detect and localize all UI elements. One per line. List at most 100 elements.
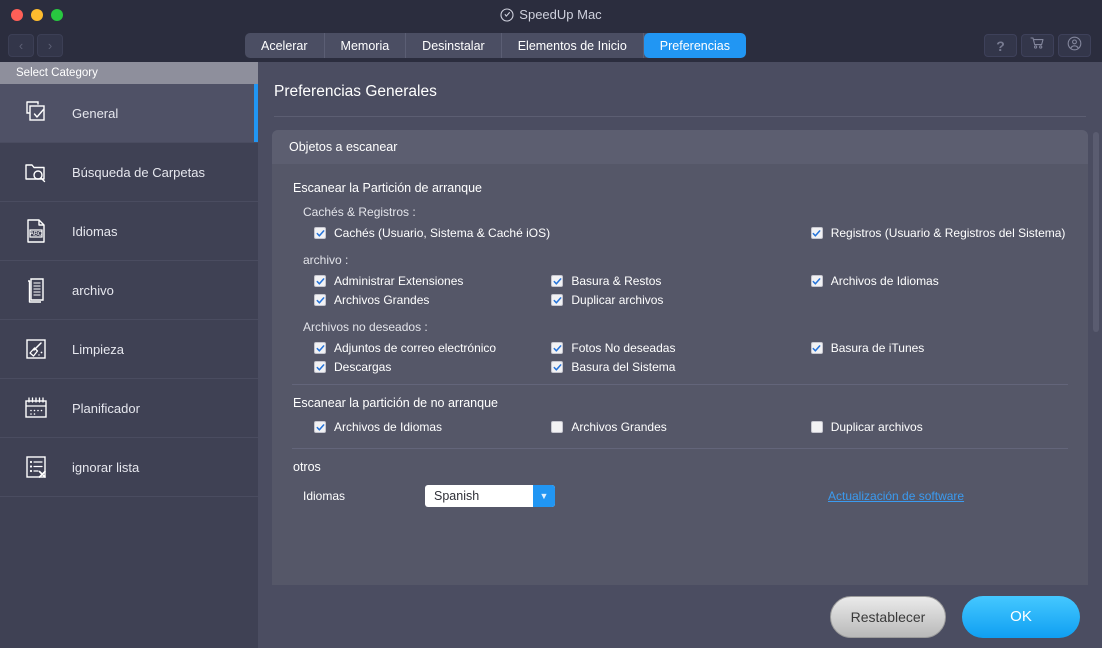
sidebar-item-idiomas[interactable]: ABC Idiomas xyxy=(0,202,258,261)
chevron-left-icon: ‹ xyxy=(18,38,24,53)
scrollbar-thumb[interactable] xyxy=(1093,132,1099,332)
checkbox-box[interactable] xyxy=(314,275,326,287)
sidebar-item-label: General xyxy=(72,105,119,121)
sidebar-item-label: Búsqueda de Carpetas xyxy=(72,164,205,180)
checkbox-box[interactable] xyxy=(551,342,564,354)
account-button[interactable] xyxy=(1058,34,1091,57)
sidebar-item-archivo[interactable]: archivo xyxy=(0,261,258,320)
checkbox-box[interactable] xyxy=(314,294,326,306)
sidebar-item-busqueda-de-carpetas[interactable]: Búsqueda de Carpetas xyxy=(0,143,258,202)
checkbox-nb-duplicar-archivos[interactable]: Duplicar archivos xyxy=(810,420,1070,434)
cart-button[interactable] xyxy=(1021,34,1054,57)
checkbox-label: Duplicar archivos xyxy=(571,293,664,307)
checkbox-box[interactable] xyxy=(810,227,823,239)
checkbox-nb-archivos-grandes[interactable]: Archivos Grandes xyxy=(551,420,810,434)
checkbox-box[interactable] xyxy=(551,421,564,433)
sidebar-item-planificador[interactable]: Planificador xyxy=(0,379,258,438)
main-content: Preferencias Generales Objetos a escanea… xyxy=(258,62,1102,648)
zoom-button[interactable] xyxy=(51,8,63,21)
checkbox-label: Cachés (Usuario, Sistema & Caché iOS) xyxy=(334,226,551,240)
sidebar-item-label: Planificador xyxy=(72,400,140,416)
minimize-button[interactable] xyxy=(31,8,43,21)
documents-icon xyxy=(20,274,52,306)
chevron-down-icon[interactable]: ▼ xyxy=(533,485,555,507)
caches-subtitle: Cachés & Registros : xyxy=(303,205,416,219)
checkbox-box[interactable] xyxy=(551,275,564,287)
checkbox-basura-itunes[interactable]: Basura de iTunes xyxy=(810,341,1070,355)
sidebar-item-limpieza[interactable]: Limpieza xyxy=(0,320,258,379)
checkbox-box[interactable] xyxy=(551,294,564,306)
help-button[interactable]: ? xyxy=(984,34,1017,57)
checkbox-archivos-de-idiomas[interactable]: Archivos de Idiomas xyxy=(810,274,1070,288)
language-label: Idiomas xyxy=(303,489,346,503)
speedometer-icon xyxy=(500,7,514,22)
checkbox-label: Adjuntos de correo electrónico xyxy=(334,341,497,355)
tab-desinstalar[interactable]: Desinstalar xyxy=(406,33,502,58)
copy-check-icon xyxy=(20,97,52,129)
question-mark-icon: ? xyxy=(996,37,1005,54)
broom-icon xyxy=(20,333,52,365)
section-divider xyxy=(292,448,1068,449)
checkbox-label: Fotos No deseadas xyxy=(571,341,676,355)
checkbox-box[interactable] xyxy=(314,342,326,354)
software-update-link[interactable]: Actualización de software xyxy=(828,489,964,503)
checkbox-box[interactable] xyxy=(314,227,326,239)
ok-button[interactable]: OK xyxy=(962,595,1080,638)
sidebar-item-label: archivo xyxy=(72,282,114,298)
checkbox-label: Descargas xyxy=(334,360,392,374)
sidebar-item-label: Limpieza xyxy=(72,341,125,357)
sidebar-header: Select Category xyxy=(0,62,258,84)
toolbar-right-buttons: ? xyxy=(984,34,1091,57)
reset-button[interactable]: Restablecer xyxy=(830,595,946,638)
close-button[interactable] xyxy=(11,8,23,21)
checkbox-box[interactable] xyxy=(810,421,823,433)
section-divider xyxy=(292,384,1068,385)
boot-section-title: Escanear la Partición de arranque xyxy=(293,181,483,195)
checkbox-adjuntos-correo[interactable]: Adjuntos de correo electrónico xyxy=(290,341,551,355)
checkbox-box[interactable] xyxy=(314,361,326,373)
checkbox-nb-archivos-de-idiomas[interactable]: Archivos de Idiomas xyxy=(290,420,551,434)
checkbox-box[interactable] xyxy=(810,275,823,287)
checkbox-caches[interactable]: Cachés (Usuario, Sistema & Caché iOS) xyxy=(290,226,551,240)
nav-buttons: ‹ › xyxy=(8,34,63,57)
back-button[interactable]: ‹ xyxy=(8,34,34,57)
forward-button[interactable]: › xyxy=(37,34,63,57)
checkbox-box[interactable] xyxy=(810,342,823,354)
footer-bar: Restablecer OK xyxy=(258,585,1102,648)
language-select-value: Spanish xyxy=(434,489,480,503)
tab-preferencias[interactable]: Preferencias xyxy=(643,33,746,58)
list-x-icon xyxy=(20,451,52,483)
unwanted-subtitle: Archivos no deseados : xyxy=(303,320,428,334)
checkbox-empty xyxy=(551,226,810,240)
tab-elementos-de-inicio[interactable]: Elementos de Inicio xyxy=(502,33,644,58)
checkbox-archivos-grandes[interactable]: Archivos Grandes xyxy=(290,293,551,307)
checkbox-row: Archivos de Idiomas Archivos Grandes Dup… xyxy=(290,420,1070,434)
checkbox-basura-sistema[interactable]: Basura del Sistema xyxy=(551,360,810,374)
checkbox-descargas[interactable]: Descargas xyxy=(290,360,551,374)
toolbar: ‹ › Acelerar Memoria Desinstalar Element… xyxy=(0,29,1102,62)
tab-memoria[interactable]: Memoria xyxy=(325,33,407,58)
app-title: SpeedUp Mac xyxy=(0,7,1102,22)
chevron-right-icon: › xyxy=(47,38,53,53)
checkbox-duplicar-archivos[interactable]: Duplicar archivos xyxy=(551,293,810,307)
checkbox-administrar-extensiones[interactable]: Administrar Extensiones xyxy=(290,274,551,288)
tab-acelerar[interactable]: Acelerar xyxy=(245,33,325,58)
checkbox-basura-restos[interactable]: Basura & Restos xyxy=(551,274,810,288)
checkbox-row: Descargas Basura del Sistema xyxy=(290,360,1070,374)
sidebar-item-general[interactable]: General xyxy=(0,84,258,143)
tab-bar: Acelerar Memoria Desinstalar Elementos d… xyxy=(245,33,746,58)
checkbox-label: Administrar Extensiones xyxy=(334,274,464,288)
checkbox-label: Registros (Usuario & Registros del Siste… xyxy=(830,226,1066,240)
vertical-scrollbar[interactable] xyxy=(1090,62,1102,648)
checkbox-fotos-no-deseadas[interactable]: Fotos No deseadas xyxy=(551,341,810,355)
language-select[interactable]: Spanish ▼ xyxy=(425,485,555,507)
checkbox-label: Archivos de Idiomas xyxy=(334,420,443,434)
sidebar-item-ignorar-lista[interactable]: ignorar lista xyxy=(0,438,258,497)
body: Select Category General Búsqueda de Carp… xyxy=(0,62,1102,648)
checkbox-registros[interactable]: Registros (Usuario & Registros del Siste… xyxy=(810,226,1070,240)
folder-search-icon xyxy=(20,156,52,188)
svg-text:ABC: ABC xyxy=(30,232,43,238)
checkbox-box[interactable] xyxy=(314,421,326,433)
checkbox-box[interactable] xyxy=(551,361,564,373)
checkbox-empty xyxy=(811,293,1070,307)
